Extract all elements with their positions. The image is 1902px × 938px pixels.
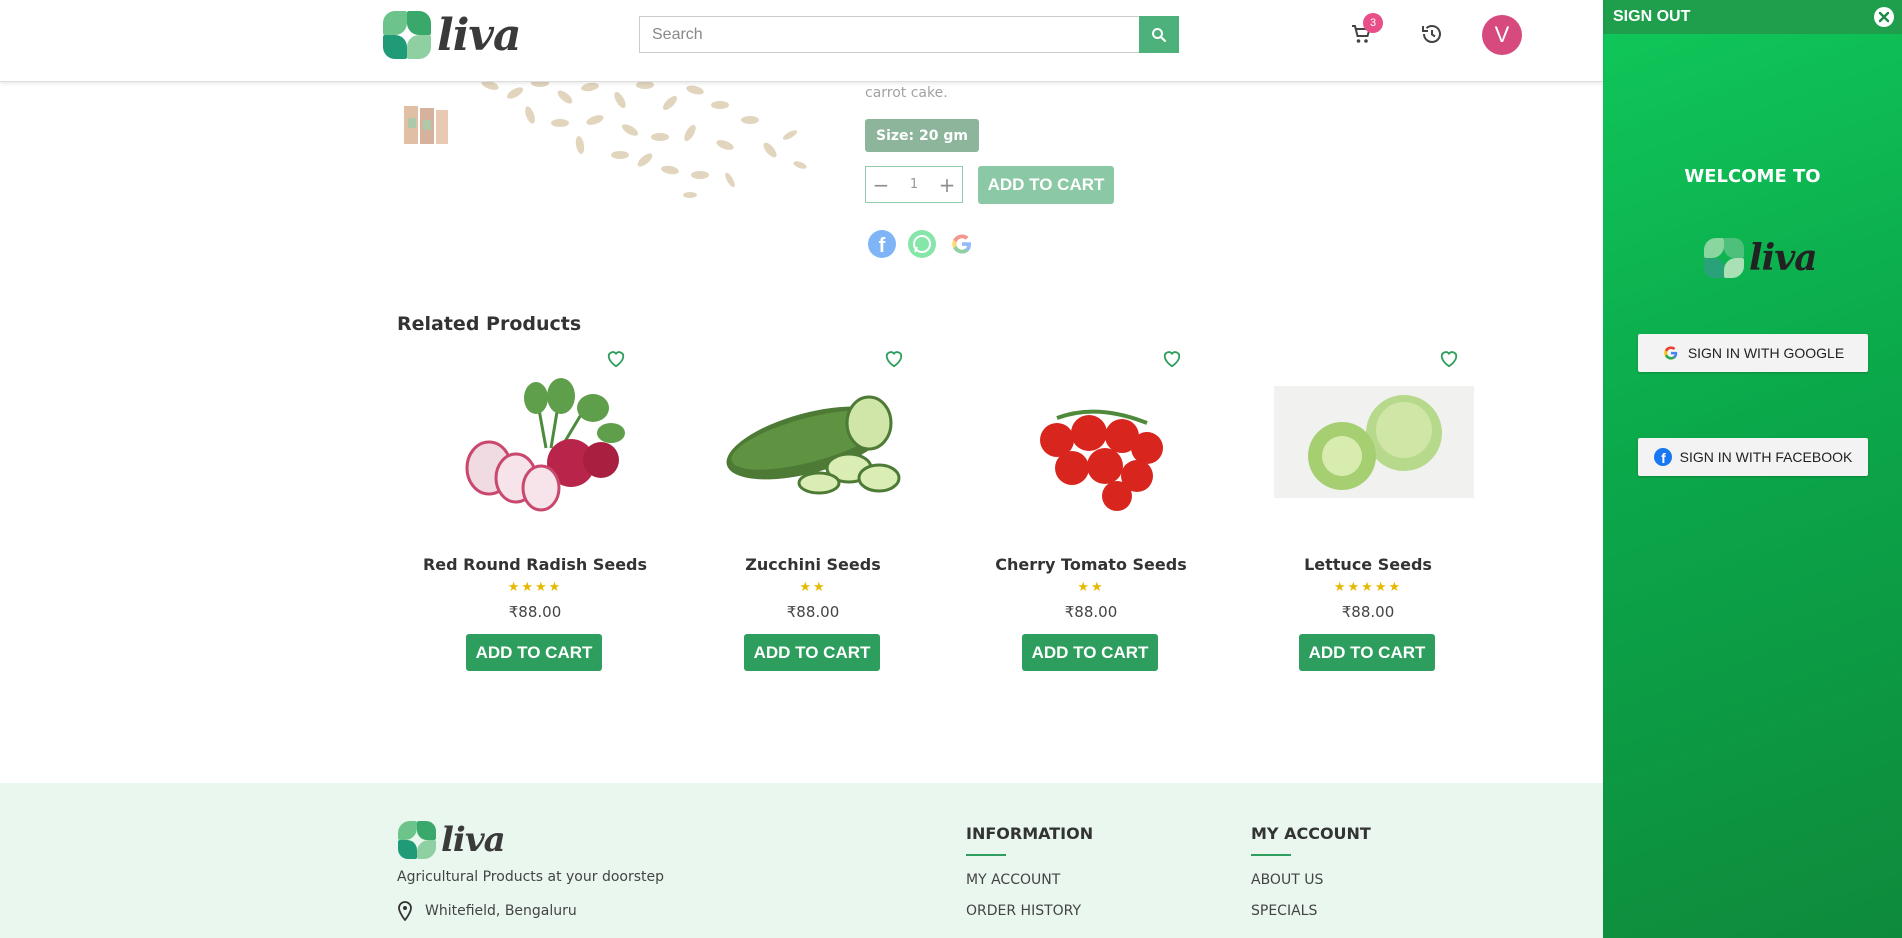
sign-in-facebook-button[interactable]: f SIGN IN WITH FACEBOOK bbox=[1638, 438, 1868, 476]
close-icon bbox=[1878, 11, 1890, 23]
search-icon bbox=[1152, 27, 1167, 42]
footer-information-column: INFORMATION MY ACCOUNT ORDER HISTORY bbox=[966, 824, 1093, 919]
increment-button[interactable]: + bbox=[932, 173, 962, 197]
share-google-button[interactable] bbox=[948, 230, 976, 258]
product-price: ₹88.00 bbox=[1341, 603, 1395, 621]
footer-my-account-title: MY ACCOUNT bbox=[1251, 824, 1371, 843]
heart-icon bbox=[1163, 351, 1181, 368]
heart-icon bbox=[1440, 351, 1458, 368]
search-bar bbox=[639, 16, 1179, 53]
panel-logo: liva bbox=[1703, 237, 1818, 279]
location-text: Whitefield, Bengaluru bbox=[425, 903, 577, 919]
product-thumbnail[interactable] bbox=[400, 100, 452, 148]
footer-link-specials[interactable]: SPECIALS bbox=[1251, 903, 1371, 919]
product-card[interactable]: Cherry Tomato Seeds ★★ ₹88.00 ADD TO CAR… bbox=[971, 348, 1211, 678]
footer-information-title: INFORMATION bbox=[966, 824, 1094, 843]
product-image[interactable] bbox=[441, 368, 641, 518]
add-to-cart-button[interactable]: ADD TO CART bbox=[1299, 634, 1435, 671]
product-rating: ★★ bbox=[799, 580, 827, 595]
decrement-button[interactable]: − bbox=[866, 173, 896, 197]
history-button[interactable] bbox=[1418, 20, 1446, 48]
footer-link-about-us[interactable]: ABOUT US bbox=[1251, 872, 1371, 888]
sign-in-panel: SIGN OUT WELCOME TO liva SIGN IN WITH GO… bbox=[1603, 0, 1902, 938]
product-name[interactable]: Zucchini Seeds bbox=[693, 555, 933, 574]
product-price: ₹88.00 bbox=[508, 603, 562, 621]
product-image[interactable] bbox=[719, 368, 919, 518]
cart-count-badge: 3 bbox=[1363, 13, 1383, 33]
product-card[interactable]: Zucchini Seeds ★★ ₹88.00 ADD TO CART bbox=[693, 348, 933, 678]
header: liva 3 V bbox=[0, 0, 1603, 82]
add-to-cart-button[interactable]: ADD TO CART bbox=[978, 166, 1114, 204]
product-description: carrot cake. bbox=[865, 85, 948, 101]
sign-in-facebook-label: SIGN IN WITH FACEBOOK bbox=[1679, 449, 1853, 465]
close-panel-button[interactable] bbox=[1874, 7, 1894, 27]
logo-mark-icon bbox=[1703, 237, 1745, 279]
product-image[interactable] bbox=[1274, 368, 1474, 518]
svg-text:f: f bbox=[879, 235, 886, 257]
user-avatar[interactable]: V bbox=[1482, 15, 1522, 55]
sign-out-link[interactable]: SIGN OUT bbox=[1613, 8, 1690, 26]
product-card[interactable]: Lettuce Seeds ★★★★★ ₹88.00 ADD TO CART bbox=[1248, 348, 1488, 678]
search-button[interactable] bbox=[1139, 16, 1179, 53]
product-main-image bbox=[470, 75, 820, 205]
product-price: ₹88.00 bbox=[786, 603, 840, 621]
product-name[interactable]: Lettuce Seeds bbox=[1248, 555, 1488, 574]
google-icon bbox=[1664, 346, 1678, 360]
footer-logo[interactable]: liva bbox=[397, 820, 506, 860]
product-rating: ★★★★★ bbox=[1333, 580, 1403, 595]
header-logo[interactable]: liva bbox=[381, 9, 522, 61]
facebook-icon: f bbox=[1653, 448, 1672, 466]
product-rating: ★★ bbox=[1077, 580, 1105, 595]
footer-heading-underline bbox=[1251, 854, 1291, 856]
share-whatsapp-button[interactable] bbox=[908, 230, 936, 258]
footer-my-account-column: MY ACCOUNT ABOUT US SPECIALS bbox=[1251, 824, 1371, 919]
product-rating: ★★★★ bbox=[507, 580, 563, 595]
footer-link-order-history[interactable]: ORDER HISTORY bbox=[966, 903, 1093, 919]
product-card[interactable]: Red Round Radish Seeds ★★★★ ₹88.00 ADD T… bbox=[415, 348, 655, 678]
share-facebook-button[interactable]: f bbox=[868, 230, 896, 258]
location-pin-icon bbox=[398, 901, 412, 921]
related-products-title: Related Products bbox=[397, 313, 582, 335]
google-icon bbox=[952, 234, 971, 254]
footer-tagline: Agricultural Products at your doorstep bbox=[397, 869, 665, 885]
whatsapp-icon bbox=[913, 235, 931, 253]
welcome-heading: WELCOME TO bbox=[1684, 166, 1821, 187]
quantity-value[interactable]: 1 bbox=[896, 177, 932, 192]
product-price: ₹88.00 bbox=[1064, 603, 1118, 621]
size-option[interactable]: Size: 20 gm bbox=[865, 119, 979, 152]
logo-text: liva bbox=[441, 820, 506, 860]
heart-icon bbox=[607, 351, 625, 368]
history-icon bbox=[1422, 25, 1441, 43]
footer-location: Whitefield, Bengaluru bbox=[397, 901, 577, 921]
sign-in-google-button[interactable]: SIGN IN WITH GOOGLE bbox=[1638, 334, 1868, 372]
quantity-stepper: − 1 + bbox=[865, 166, 963, 203]
sign-in-google-label: SIGN IN WITH GOOGLE bbox=[1687, 345, 1845, 361]
logo-mark-icon bbox=[397, 820, 437, 860]
search-input[interactable] bbox=[639, 16, 1139, 53]
add-to-cart-button[interactable]: ADD TO CART bbox=[744, 634, 880, 671]
product-name[interactable]: Cherry Tomato Seeds bbox=[971, 555, 1211, 574]
footer-heading-underline bbox=[966, 854, 1006, 856]
facebook-icon: f bbox=[879, 235, 886, 257]
heart-icon bbox=[885, 351, 903, 368]
product-image[interactable] bbox=[997, 368, 1197, 518]
product-name[interactable]: Red Round Radish Seeds bbox=[415, 555, 655, 574]
footer: liva Agricultural Products at your doors… bbox=[0, 783, 1603, 938]
logo-text: liva bbox=[437, 9, 522, 61]
svg-text:f: f bbox=[1661, 450, 1666, 466]
logo-text: liva bbox=[1749, 237, 1818, 279]
footer-link-my-account[interactable]: MY ACCOUNT bbox=[966, 872, 1093, 888]
add-to-cart-button[interactable]: ADD TO CART bbox=[1022, 634, 1158, 671]
logo-mark-icon bbox=[381, 9, 433, 61]
add-to-cart-button[interactable]: ADD TO CART bbox=[466, 634, 602, 671]
page: liva 3 V bbox=[0, 0, 1902, 938]
